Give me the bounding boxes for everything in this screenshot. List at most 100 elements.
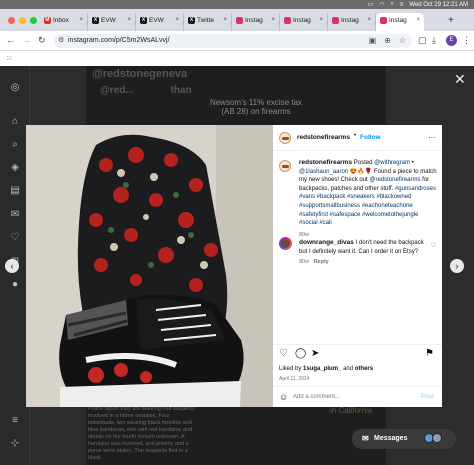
messages-bar[interactable]: ✉ Messages [352,429,456,449]
post-date: April 11, 2024 [279,376,310,382]
wifi-icon[interactable]: ◠ [379,1,384,8]
more-menu-icon[interactable]: ≡ [9,415,21,427]
reply-button[interactable]: Reply [314,259,329,265]
more-options-icon[interactable]: ··· [428,133,436,142]
instagram-page: ◎ ⌂ ⌕ ◈ ▤ ✉ ♡ ⊞ ● ≡ ⊹ @redstonegeneva @r… [0,66,474,465]
home-icon[interactable]: ⌂ [9,116,21,128]
close-modal-icon[interactable]: ✕ [454,71,466,88]
forward-icon[interactable]: → [22,35,31,45]
messenger-icon[interactable]: ✉ [9,209,21,221]
tab-close-icon[interactable]: × [367,17,371,23]
comment: downrange_divas I don't need the backpac… [299,239,427,267]
tab-close-icon[interactable]: × [223,17,227,23]
reload-icon[interactable]: ↻ [38,35,46,46]
save-icon[interactable]: ⚑ [425,348,434,359]
messenger-icon: ✉ [362,434,369,443]
also-from-meta-icon[interactable]: ⊹ [9,438,21,450]
profile-icon[interactable]: ● [9,279,21,291]
search-icon[interactable]: ⌕ [9,139,21,151]
tab-favicon-icon [380,17,387,24]
minimize-window-button[interactable] [19,17,26,24]
cast-icon[interactable]: ▣ [369,36,377,45]
tab-label: Inbox [53,17,69,24]
mention-link[interactable]: @1lashaun_aaron [299,169,348,175]
caption-username[interactable]: redstonefirearms [299,159,352,166]
tab-close-icon[interactable]: × [175,17,179,23]
post-photo[interactable] [26,125,273,407]
browser-tab-strip: M Inbox × X EVW × X EVW × X Twitte × Instag × Instag × I… [0,9,474,31]
mention-link[interactable]: @withregram [374,160,410,166]
instagram-logo-icon[interactable]: ◎ [9,82,21,94]
comment-icon[interactable]: ◯ [295,348,306,359]
tab-close-icon[interactable]: × [416,17,420,23]
notifications-heart-icon[interactable]: ♡ [9,232,21,244]
tab-label: Instag [293,17,311,24]
post-details-panel: redstonefirearms • Follow ··· redstonefi… [273,125,442,407]
tab-favicon-icon: M [44,17,51,24]
add-comment-input[interactable] [293,391,403,403]
mention-link[interactable]: @redstonefirearms [369,177,420,183]
previous-post-arrow[interactable]: ‹ [5,259,19,273]
profile-avatar[interactable]: E [446,35,457,46]
comment-meta: 80w Reply [299,259,329,266]
menu-icon[interactable]: ⋮ [462,35,471,46]
post-actions: ♡ ◯ ➤ ⚑ [273,344,442,362]
search-icon[interactable]: ⌕ [391,1,394,8]
tab-close-icon[interactable]: × [319,17,323,23]
zoom-window-button[interactable] [30,17,37,24]
browser-tab[interactable]: X EVW × [136,13,184,31]
window-controls [8,17,37,24]
liked-others[interactable]: others [355,366,373,372]
emoji-icon[interactable]: ☺ [279,392,288,402]
new-tab-button[interactable]: + [448,15,454,26]
follow-button[interactable]: Follow [360,134,381,141]
like-icon[interactable]: ♡ [279,348,288,359]
browser-tab[interactable]: Instag × [328,13,376,31]
comment-username[interactable]: downrange_divas [299,239,354,246]
tab-close-icon[interactable]: × [127,17,131,23]
site-info-icon[interactable]: ⚙ [58,36,64,44]
post-header: redstonefirearms • Follow ··· [273,125,442,151]
sidebar-toggle-icon[interactable]: ▢ [418,35,427,46]
browser-tab[interactable]: M Inbox × [40,13,88,31]
caption-avatar[interactable] [279,160,291,172]
tab-label: EVW [149,17,164,24]
close-window-button[interactable] [8,17,15,24]
share-icon[interactable]: ➤ [311,348,319,359]
address-bar[interactable]: ⚙ instagram.com/p/C5m2WsALvvj/ ▣ ⊕ ☆ [54,34,412,48]
tab-close-icon[interactable]: × [79,17,83,23]
background-news-text: Newsom's 11% excise tax (AB 28) on firea… [209,98,303,116]
browser-tab[interactable]: X Twitte × [184,13,232,31]
post-comment-button[interactable]: Post [421,394,434,400]
battery-icon[interactable]: ▭ [368,1,374,8]
back-icon[interactable]: ← [6,35,15,45]
control-center-icon[interactable]: ≡ [400,2,404,8]
next-post-arrow[interactable]: › [450,259,464,273]
author-username[interactable]: redstonefirearms [297,134,350,141]
author-avatar[interactable] [279,132,291,144]
background-caption: Police report they are seeking four susp… [88,406,196,461]
reels-icon[interactable]: ▤ [9,185,21,197]
messages-label: Messages [374,435,408,442]
comment-like-icon[interactable]: ♡ [431,242,436,249]
tab-label: Instag [245,17,263,24]
browser-tab[interactable]: Instag × [376,13,424,31]
add-comment-bar: ☺ Post [273,386,442,407]
background-handle-2: @red... than [100,85,192,96]
menubar-datetime[interactable]: Wed Oct 29 12:21 AM [409,2,468,8]
likes-line: Liked by 1suga_plum_ and others [279,366,374,372]
tab-list: M Inbox × X EVW × X EVW × X Twitte × Instag × Instag × I… [40,13,424,31]
tab-close-icon[interactable]: × [271,17,275,23]
browser-tab[interactable]: X EVW × [88,13,136,31]
commenter-avatar[interactable] [279,237,292,250]
apps-grid-icon[interactable]: ⁙ [6,54,13,63]
browser-tab[interactable]: Instag × [232,13,280,31]
tab-favicon-icon [284,17,291,24]
browser-tab[interactable]: Instag × [280,13,328,31]
zoom-icon[interactable]: ⊕ [384,36,391,45]
explore-icon[interactable]: ◈ [9,162,21,174]
downloads-icon[interactable]: ⤓ [432,35,436,46]
tab-label: EVW [101,17,116,24]
bookmark-star-icon[interactable]: ☆ [399,36,406,45]
liked-by-user[interactable]: 1suga_plum_ [303,366,341,372]
